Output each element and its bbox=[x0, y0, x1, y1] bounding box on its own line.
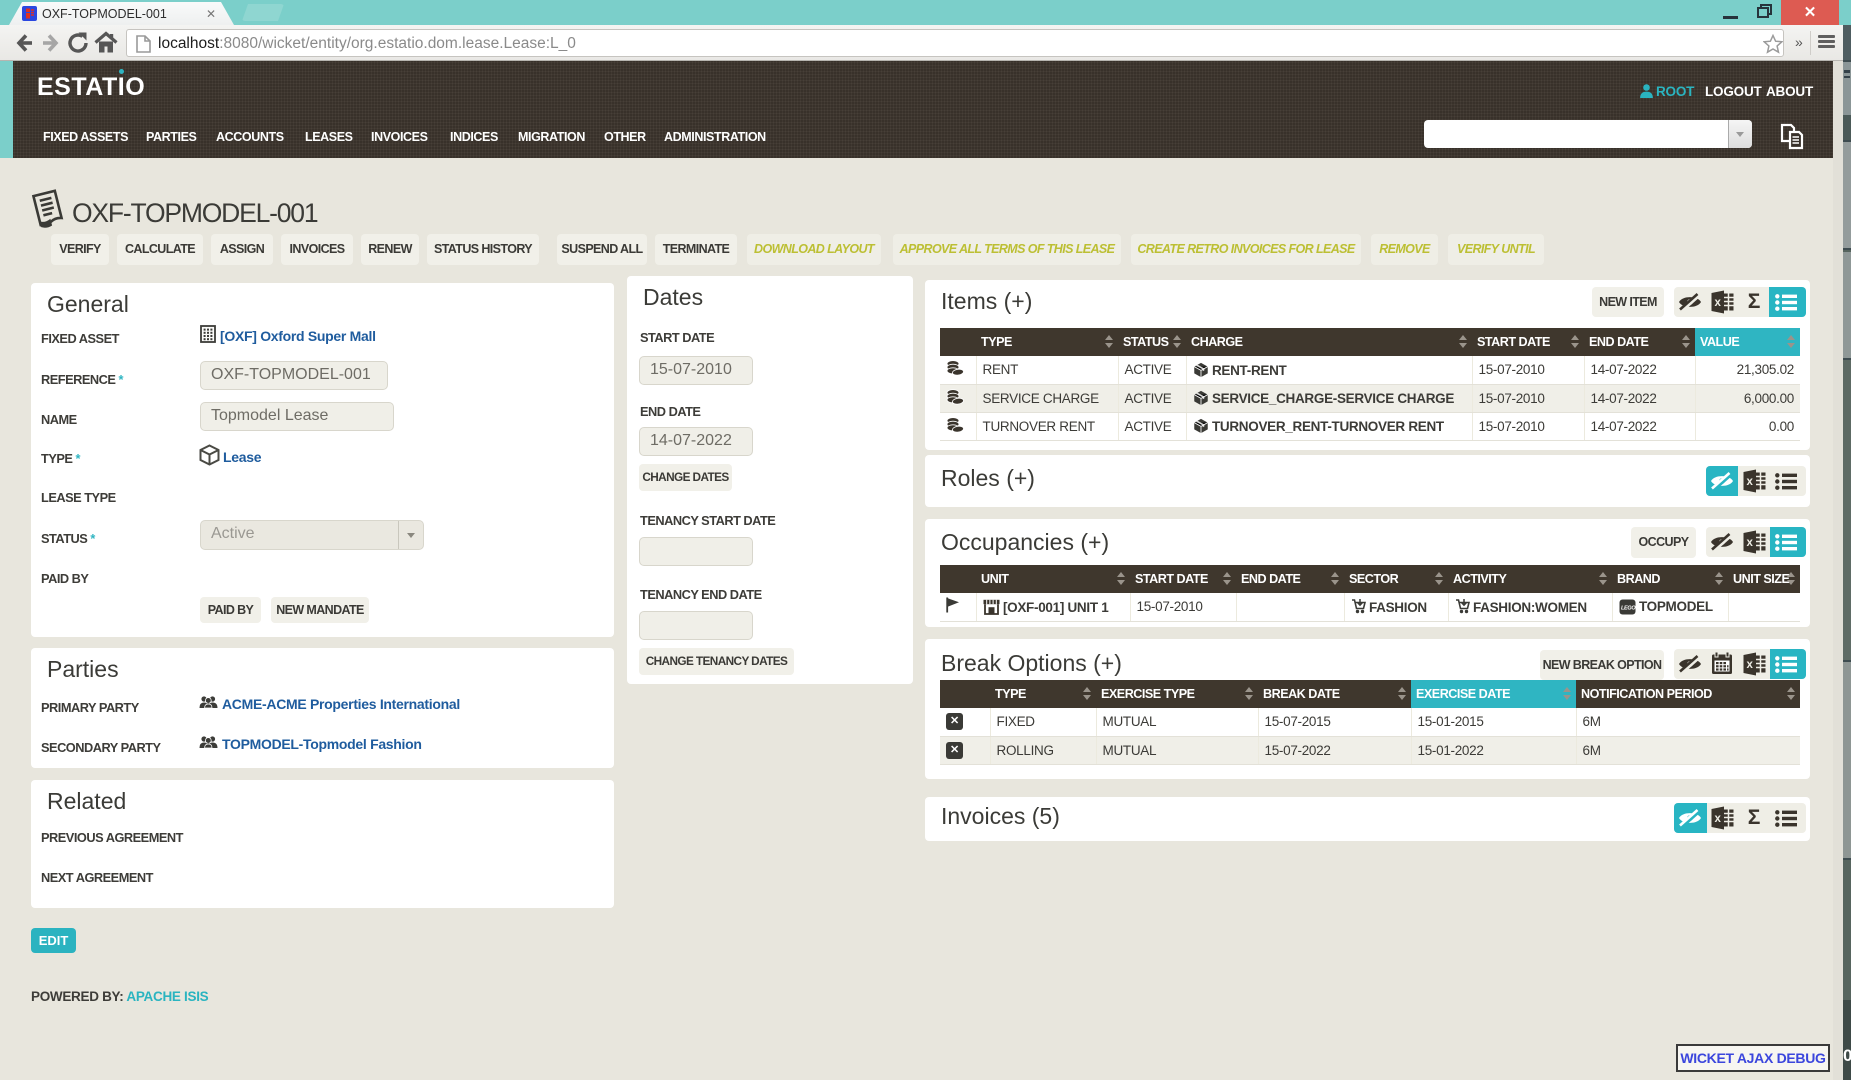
svg-text:x: x bbox=[1747, 537, 1754, 549]
svg-text:x: x bbox=[1715, 297, 1722, 309]
svg-text:x: x bbox=[1715, 813, 1722, 825]
svg-text:LEGO: LEGO bbox=[1621, 605, 1636, 611]
svg-text:x: x bbox=[1747, 659, 1754, 671]
svg-text:x: x bbox=[1747, 476, 1754, 488]
